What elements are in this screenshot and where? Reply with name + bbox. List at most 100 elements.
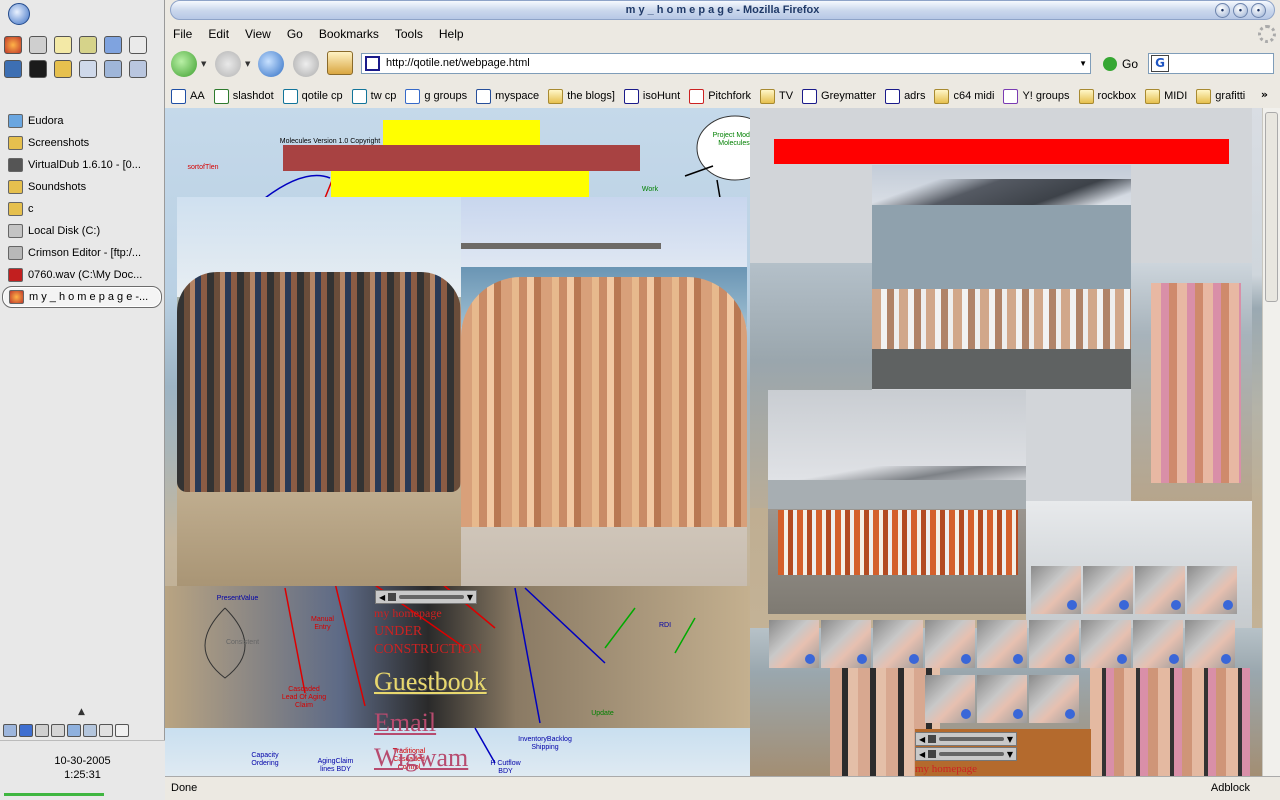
- search-box[interactable]: G: [1148, 53, 1274, 74]
- task-local-disk[interactable]: Local Disk (C:): [2, 220, 162, 242]
- bookmark-item[interactable]: Y! groups: [1003, 88, 1070, 104]
- clock[interactable]: 10-30-2005 1:25:31: [0, 740, 165, 800]
- adblock-button[interactable]: Adblock: [1211, 782, 1250, 794]
- eudora-launch-icon[interactable]: [29, 36, 47, 54]
- url-history-dropdown-icon[interactable]: ▼: [1079, 54, 1087, 73]
- start-menu-gear-icon[interactable]: [8, 3, 30, 25]
- folder-launch-icon[interactable]: [54, 60, 72, 78]
- pause-button[interactable]: [388, 593, 397, 601]
- bookmark-item[interactable]: c64 midi: [934, 88, 994, 104]
- bookmarks-overflow-chevron-icon[interactable]: »: [1261, 88, 1268, 101]
- thumbnail-image[interactable]: [1029, 675, 1079, 723]
- seek-slider[interactable]: [939, 737, 1004, 741]
- task-c[interactable]: c: [2, 198, 162, 220]
- firefox-launch-icon[interactable]: [4, 36, 22, 54]
- thumbnail-image[interactable]: [1081, 620, 1131, 668]
- reload-button[interactable]: [258, 51, 284, 77]
- close-button[interactable]: •: [1251, 3, 1266, 18]
- text-editor-launch-icon[interactable]: [4, 60, 22, 78]
- tray-wireless-icon[interactable]: [115, 724, 129, 737]
- bookmark-item[interactable]: AA: [171, 88, 205, 104]
- minimize-button[interactable]: •: [1215, 3, 1230, 18]
- back-button[interactable]: [171, 51, 197, 77]
- forward-button[interactable]: [215, 51, 241, 77]
- bookmark-item[interactable]: isoHunt: [623, 88, 680, 104]
- ftp-launch-icon[interactable]: [129, 36, 147, 54]
- maximize-button[interactable]: •: [1233, 3, 1248, 18]
- vertical-scrollbar[interactable]: [1262, 108, 1280, 776]
- go-button[interactable]: Go: [1103, 57, 1138, 71]
- menu-go[interactable]: Go: [279, 24, 311, 46]
- pause-button[interactable]: [928, 750, 937, 758]
- thumbnail-image[interactable]: [977, 675, 1027, 723]
- task-screenshots[interactable]: Screenshots: [2, 132, 162, 154]
- menu-edit[interactable]: Edit: [200, 24, 237, 46]
- embedded-audio-player[interactable]: ◀ ▼: [375, 590, 477, 604]
- thumbnail-image[interactable]: [1185, 620, 1235, 668]
- thumbnail-image[interactable]: [1135, 566, 1185, 614]
- pause-button[interactable]: [928, 735, 937, 743]
- bookmark-item[interactable]: slashdot: [213, 88, 274, 104]
- volume-icon[interactable]: ◀: [379, 593, 385, 602]
- thumbnail-image[interactable]: [977, 620, 1027, 668]
- document-launch-icon[interactable]: [104, 36, 122, 54]
- bookmark-item[interactable]: Greymatter: [802, 88, 876, 104]
- task-firefox-homepage[interactable]: m y _ h o m e p a g e -...: [2, 286, 162, 308]
- tray-network-icon[interactable]: [83, 724, 97, 737]
- home-button[interactable]: [327, 51, 353, 75]
- bookmark-item[interactable]: grafitti: [1196, 88, 1245, 104]
- thumbnail-image[interactable]: [925, 620, 975, 668]
- task-wav-file[interactable]: 0760.wav (C:\My Doc...: [2, 264, 162, 286]
- task-virtualdub[interactable]: VirtualDub 1.6.10 - [0...: [2, 154, 162, 176]
- menu-tools[interactable]: Tools: [387, 24, 431, 46]
- bookmark-item[interactable]: myspace: [476, 88, 539, 104]
- email-link[interactable]: Email: [374, 708, 436, 738]
- player-menu-icon[interactable]: ▼: [1007, 750, 1013, 759]
- back-history-dropdown-icon[interactable]: ▼: [201, 60, 206, 68]
- battery-launch-icon[interactable]: [79, 36, 97, 54]
- scrollbar-thumb[interactable]: [1265, 112, 1278, 302]
- network-launch-icon[interactable]: [104, 60, 122, 78]
- stop-button[interactable]: [293, 51, 319, 77]
- bookmark-item[interactable]: g groups: [405, 88, 467, 104]
- tray-volume-icon[interactable]: [99, 724, 113, 737]
- thumbnail-image[interactable]: [769, 620, 819, 668]
- seek-slider[interactable]: [939, 752, 1004, 756]
- guestbook-link[interactable]: Guestbook: [374, 667, 487, 697]
- tray-sync-icon[interactable]: [67, 724, 81, 737]
- thumbnail-image[interactable]: [873, 620, 923, 668]
- menu-bookmarks[interactable]: Bookmarks: [311, 24, 387, 46]
- thumbnail-image[interactable]: [1187, 566, 1237, 614]
- tray-expand-icon[interactable]: ▲: [78, 707, 85, 717]
- cd-launch-icon[interactable]: [79, 60, 97, 78]
- thumbnail-image[interactable]: [1031, 566, 1081, 614]
- desktop-launch-icon[interactable]: [129, 60, 147, 78]
- notepad-launch-icon[interactable]: [54, 36, 72, 54]
- window-titlebar[interactable]: m y _ h o m e p a g e - Mozilla Firefox …: [170, 0, 1275, 20]
- tray-power-icon[interactable]: [51, 724, 65, 737]
- task-eudora[interactable]: Eudora: [2, 110, 162, 132]
- thumbnail-image[interactable]: [925, 675, 975, 723]
- task-crimson-editor[interactable]: Crimson Editor - [ftp:/...: [2, 242, 162, 264]
- tray-app-icon[interactable]: [3, 724, 17, 737]
- embedded-audio-player-2[interactable]: ◀ ▼: [915, 732, 1017, 746]
- tray-shield-icon[interactable]: [35, 724, 49, 737]
- bookmark-item[interactable]: Pitchfork: [689, 88, 751, 104]
- wigwam-link[interactable]: Wigwam: [374, 743, 468, 773]
- forward-history-dropdown-icon[interactable]: ▼: [245, 60, 250, 68]
- menu-file[interactable]: File: [165, 24, 200, 46]
- task-soundshots[interactable]: Soundshots: [2, 176, 162, 198]
- volume-icon[interactable]: ◀: [919, 735, 925, 744]
- bookmark-item[interactable]: TV: [759, 88, 793, 104]
- bookmark-item[interactable]: rockbox: [1078, 88, 1136, 104]
- bookmark-item[interactable]: adrs: [885, 88, 925, 104]
- thumbnail-image[interactable]: [1133, 620, 1183, 668]
- winamp-launch-icon[interactable]: [29, 60, 47, 78]
- player-menu-icon[interactable]: ▼: [467, 593, 473, 602]
- tray-messenger-icon[interactable]: [19, 724, 33, 737]
- bookmark-item[interactable]: qotile cp: [282, 88, 343, 104]
- bookmark-item[interactable]: tw cp: [351, 88, 396, 104]
- thumbnail-image[interactable]: [1083, 566, 1133, 614]
- google-search-icon[interactable]: G: [1151, 55, 1169, 72]
- seek-slider[interactable]: [399, 595, 464, 599]
